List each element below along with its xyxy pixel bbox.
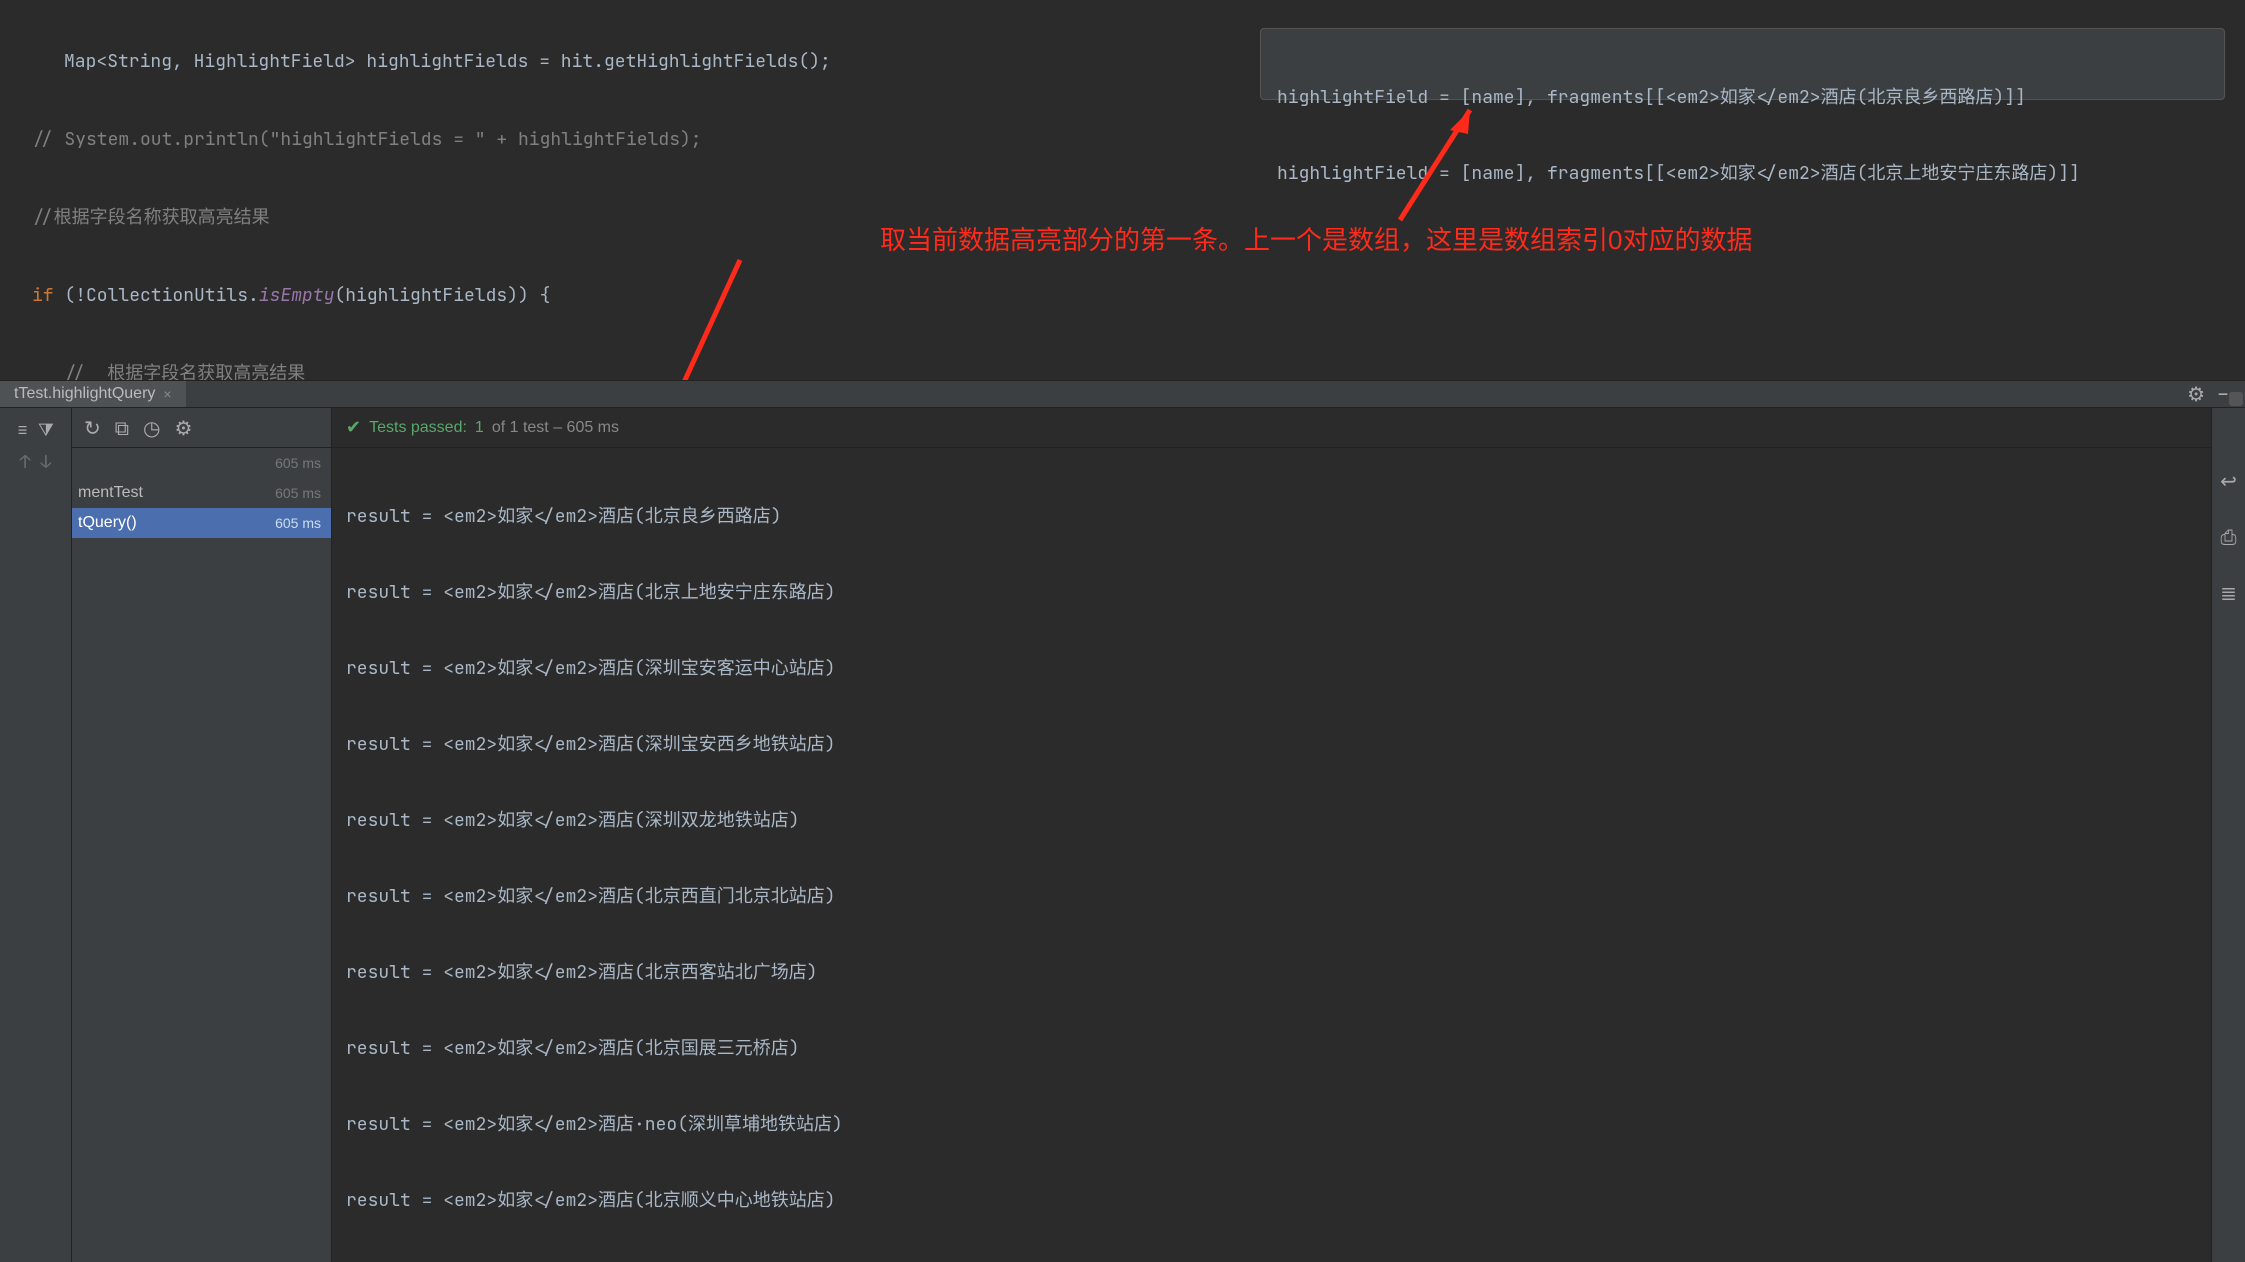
- collapse-icon[interactable]: ≡: [17, 419, 28, 442]
- tree-duration: 605 ms: [275, 485, 321, 501]
- popup-line: highlightField = [name], fragments[[<em2…: [1277, 83, 2208, 113]
- tree-duration: 605 ms: [275, 455, 321, 471]
- debug-popup: highlightField = [name], fragments[[<em2…: [1260, 28, 2225, 100]
- tree-label: tQuery(): [78, 514, 137, 532]
- tab-label: tTest.highlightQuery: [14, 385, 155, 403]
- layers-icon[interactable]: ≣: [2220, 580, 2237, 606]
- down-icon[interactable]: ↓: [41, 451, 52, 474]
- console-line: result = <em2>如家</em2>酒店(北京顺义中心地铁站店): [346, 1186, 2211, 1216]
- tree-duration: 605 ms: [275, 515, 321, 531]
- up-icon[interactable]: ↑: [20, 451, 31, 474]
- tool-body: ≡ ⧩ ↑ ↓ ↻ ⧉ ◷ ⚙ 605 ms mentTest: [0, 408, 2245, 1262]
- test-status-bar: ✔ Tests passed: 1 of 1 test – 605 ms: [332, 408, 2211, 448]
- reload-icon[interactable]: ↻: [84, 415, 101, 441]
- status-rest: of 1 test – 605 ms: [492, 419, 619, 437]
- test-tree[interactable]: 605 ms mentTest 605 ms tQuery() 605 ms: [72, 448, 331, 1262]
- tree-label: mentTest: [78, 484, 143, 502]
- popup-line: highlightField = [name], fragments[[<em2…: [1277, 159, 2208, 189]
- tree-root[interactable]: 605 ms: [72, 448, 331, 478]
- console-line: result = <em2>如家</em2>酒店·neo(深圳草埔地铁站店): [346, 1110, 2211, 1140]
- left-gutter: ≡ ⧩ ↑ ↓: [0, 408, 72, 1262]
- clock-icon[interactable]: ◷: [143, 415, 160, 441]
- right-gutter: ↩ ⎙ ≣: [2211, 408, 2245, 1262]
- test-toolbar: ↻ ⧉ ◷ ⚙: [72, 408, 331, 448]
- print-icon[interactable]: ⎙: [2221, 524, 2237, 550]
- gear-glyph: ⚙: [2187, 381, 2205, 407]
- console-line: result = <em2>如家</em2>酒店(深圳双龙地铁站店): [346, 806, 2211, 836]
- run-tool-window: tTest.highlightQuery × ⚙ – ≡ ⧩ ↑ ↓ ↻ ⧉ ◷…: [0, 380, 2245, 808]
- tool-tab-row: tTest.highlightQuery × ⚙ –: [0, 381, 2245, 408]
- console-line: result = <em2>如家</em2>酒店(北京国展三元桥店): [346, 1034, 2211, 1064]
- console-output[interactable]: result = <em2>如家</em2>酒店(北京良乡西路店) result…: [332, 448, 2211, 1262]
- check-icon: ✔: [346, 417, 361, 438]
- status-count: 1: [475, 419, 484, 437]
- console-line: result = <em2>如家</em2>酒店(北京上地安宁庄东路店): [346, 578, 2211, 608]
- code-text: Map<String, HighlightField> highlightFie…: [64, 50, 539, 73]
- code-text: = hit.getHighlightFields();: [539, 50, 831, 73]
- code-text: (highlightFields)) {: [334, 284, 550, 307]
- tree-node[interactable]: mentTest 605 ms: [72, 478, 331, 508]
- method-static: isEmpty: [259, 284, 335, 307]
- tool-tab[interactable]: tTest.highlightQuery ×: [0, 381, 186, 407]
- console-line: result = <em2>如家</em2>酒店(北京西直门北京北站店): [346, 882, 2211, 912]
- keyword-if: if: [32, 284, 54, 307]
- test-tree-column: ↻ ⧉ ◷ ⚙ 605 ms mentTest 605 ms tQuery() …: [72, 408, 332, 1262]
- console-line: result = <em2>如家</em2>酒店(北京西客站北广场店): [346, 958, 2211, 988]
- code-text: (!CollectionUtils.: [54, 284, 259, 307]
- scrollbar-thumb[interactable]: [2229, 392, 2243, 406]
- console-line: result = <em2>如家</em2>酒店(深圳宝安客运中心站店): [346, 654, 2211, 684]
- filter-icon[interactable]: ⧩: [38, 419, 54, 442]
- gear-icon[interactable]: ⚙: [175, 415, 193, 441]
- wrap-icon[interactable]: ↩: [2220, 468, 2237, 494]
- console-line: result = <em2>如家</em2>酒店(北京良乡西路店): [346, 502, 2211, 532]
- console-column: ✔ Tests passed: 1 of 1 test – 605 ms res…: [332, 408, 2211, 1262]
- close-icon[interactable]: ×: [163, 386, 171, 402]
- console-line: result = <em2>如家</em2>酒店(深圳宝安西乡地铁站店): [346, 730, 2211, 760]
- chart-icon[interactable]: ⧉: [115, 415, 129, 441]
- tree-node-selected[interactable]: tQuery() 605 ms: [72, 508, 331, 538]
- status-prefix: Tests passed:: [369, 419, 467, 437]
- annotation-text: 取当前数据高亮部分的第一条。上一个是数组，这里是数组索引0对应的数据: [880, 220, 1752, 257]
